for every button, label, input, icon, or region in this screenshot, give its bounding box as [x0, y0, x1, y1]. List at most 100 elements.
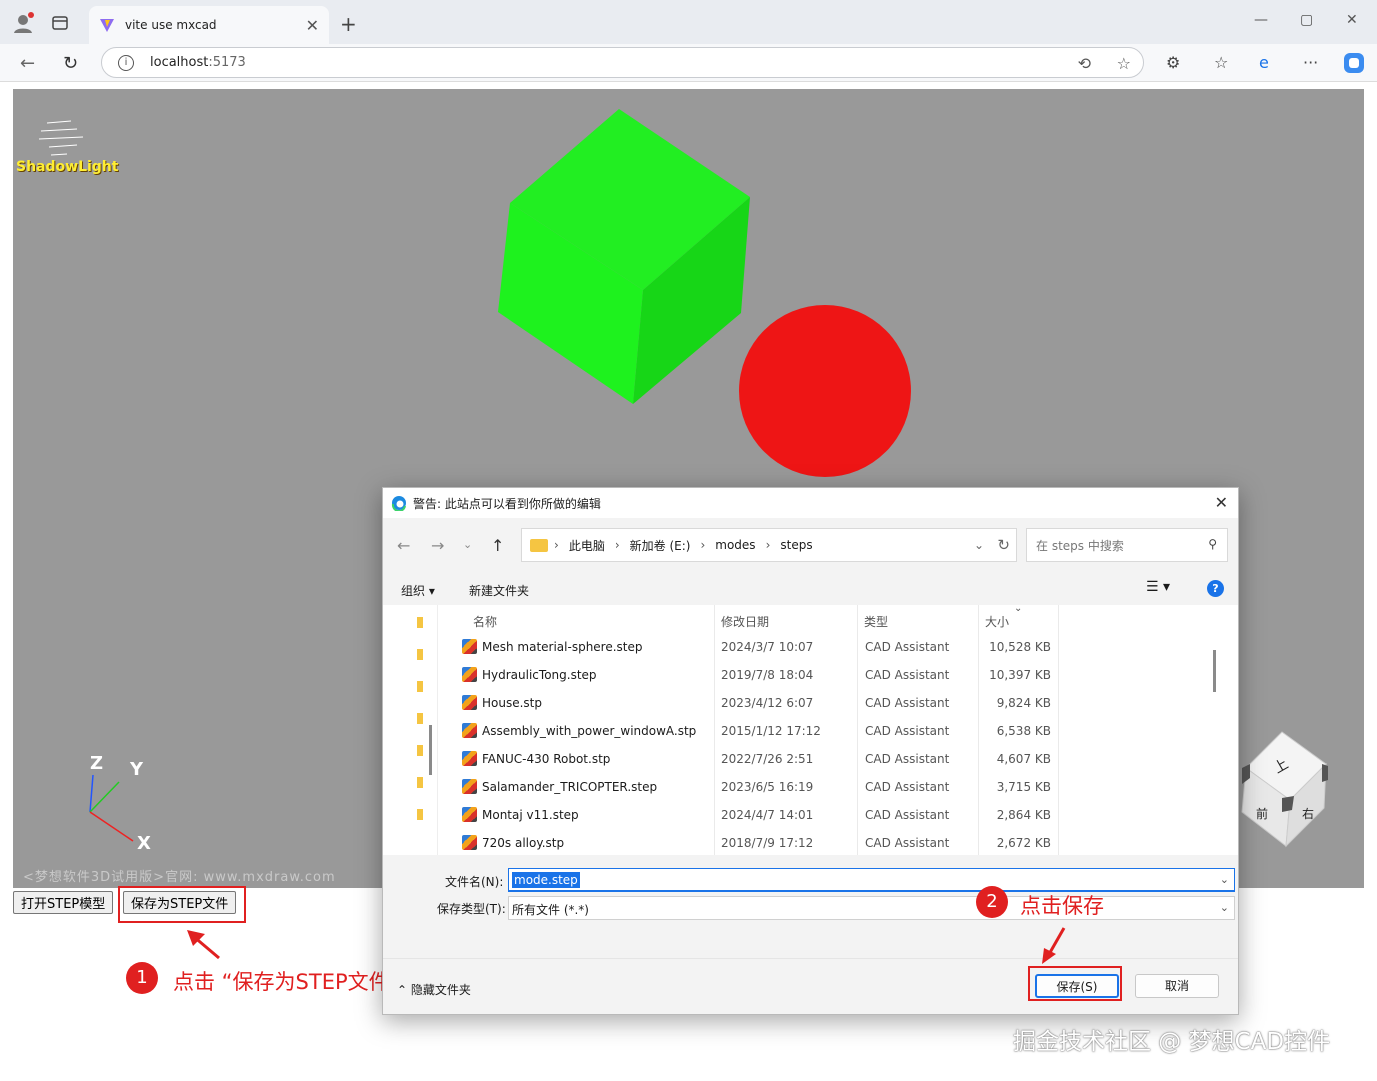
file-row[interactable]: HydraulicTong.step 2019/7/8 18:04 CAD Assi…: [440, 661, 1222, 689]
recent-locations-icon[interactable]: ⌄: [463, 538, 472, 551]
chevron-down-icon[interactable]: ⌄: [974, 538, 984, 552]
file-type: CAD Assistant: [865, 696, 950, 710]
col-size-header[interactable]: 大小: [985, 613, 1009, 630]
extensions-icon[interactable]: ⚙: [1166, 53, 1180, 72]
site-info-icon[interactable]: i: [118, 54, 134, 71]
search-placeholder: 在 steps 中搜索: [1036, 538, 1124, 553]
open-step-button[interactable]: 打开STEP模型: [13, 891, 114, 914]
more-menu-icon[interactable]: ···: [1303, 53, 1318, 72]
file-row[interactable]: Salamander_TRICOPTER.step 2023/6/5 16:19 C…: [440, 773, 1222, 801]
file-row[interactable]: Assembly_with_power_windowA.stp 2015/1/12…: [440, 717, 1222, 745]
file-size: 3,715 KB: [996, 780, 1051, 794]
file-type: CAD Assistant: [865, 808, 950, 822]
viewcube-right-label[interactable]: 右: [1302, 806, 1314, 821]
cancel-button[interactable]: 取消: [1135, 974, 1219, 998]
file-name: Assembly_with_power_windowA.stp: [482, 724, 697, 738]
trial-watermark: <梦想软件3D试用版>官网: www.mxdraw.com: [23, 870, 336, 885]
view-cube[interactable]: 上 前 右: [1236, 728, 1336, 858]
red-sphere[interactable]: [739, 305, 911, 477]
dialog-close-icon[interactable]: ✕: [1215, 493, 1228, 512]
back-icon[interactable]: ←: [20, 53, 35, 74]
file-size: 4,607 KB: [996, 752, 1051, 766]
browser-tab[interactable]: vite use mxcad ✕: [89, 6, 329, 44]
axis-gizmo: [89, 774, 134, 842]
green-cube[interactable]: [498, 109, 750, 404]
maximize-icon[interactable]: ▢: [1300, 12, 1313, 28]
filename-dropdown-icon[interactable]: ⌄: [1220, 873, 1229, 886]
file-row[interactable]: 720s alloy.stp 2018/7/9 17:12 CAD Assistan…: [440, 829, 1222, 855]
col-type-header[interactable]: 类型: [864, 613, 888, 630]
filename-input[interactable]: mode.step ⌄: [508, 868, 1235, 892]
up-folder-icon[interactable]: ↑: [491, 536, 504, 555]
dialog-navigation: ← → ⌄ ↑ › 此电脑 › 新加卷 (E:) › modes › steps…: [383, 528, 1238, 562]
file-browser: 名称 修改日期 类型 大小 ⌄ Mesh material-sphere.ste…: [383, 605, 1238, 855]
file-name: HydraulicTong.step: [482, 668, 597, 682]
file-date: 2022/7/26 2:51: [721, 752, 814, 766]
filetype-label: 保存类型(T):: [437, 902, 506, 916]
file-date: 2019/7/8 18:04: [721, 668, 814, 682]
axis-z-label: Z: [90, 753, 104, 774]
breadcrumb-item[interactable]: 新加卷 (E:): [630, 537, 691, 554]
dialog-toolbar: 组织 ▾ 新建文件夹 ☰ ▾ ?: [383, 575, 1238, 603]
breadcrumb-item[interactable]: 此电脑: [569, 537, 605, 554]
step-2-badge: 2: [976, 886, 1008, 918]
search-input[interactable]: 在 steps 中搜索 ⚲: [1026, 528, 1228, 562]
dialog-forward-icon[interactable]: →: [431, 536, 444, 555]
file-type: CAD Assistant: [865, 836, 950, 850]
file-row[interactable]: FANUC-430 Robot.stp 2022/7/26 2:51 CAD Ass…: [440, 745, 1222, 773]
highlight-save-button-box: [1028, 966, 1122, 1001]
new-tab-icon[interactable]: +: [340, 12, 357, 36]
file-name: Salamander_TRICOPTER.step: [482, 780, 658, 794]
file-row[interactable]: Mesh material-sphere.step 2024/3/7 10:07 C…: [440, 633, 1222, 661]
profile-icon[interactable]: [12, 12, 34, 34]
filetype-select[interactable]: 所有文件 (*.*) ⌄: [508, 896, 1235, 920]
new-folder-button[interactable]: 新建文件夹: [469, 582, 529, 599]
hide-folders-toggle[interactable]: ⌃ 隐藏文件夹: [397, 981, 471, 998]
refresh-icon[interactable]: ↻: [997, 536, 1010, 554]
breadcrumb-item[interactable]: steps: [780, 538, 812, 552]
browser-tab-bar: vite use mxcad ✕ + — ▢ ✕: [0, 0, 1377, 44]
search-icon: ⚲: [1208, 537, 1217, 551]
dialog-title: 警告: 此站点可以看到你所做的编辑: [413, 496, 601, 511]
close-window-icon[interactable]: ✕: [1346, 12, 1358, 28]
dialog-back-icon[interactable]: ←: [397, 536, 410, 555]
file-list-scrollbar[interactable]: [1213, 650, 1216, 692]
view-options-icon[interactable]: ☰ ▾: [1146, 579, 1170, 595]
favorites-icon[interactable]: ☆: [1214, 53, 1228, 72]
cad-file-icon: [462, 639, 477, 654]
address-bar[interactable]: i localhost:5173 ⟲ ☆: [101, 47, 1144, 78]
cad-file-icon: [462, 667, 477, 682]
filetype-dropdown-icon[interactable]: ⌄: [1220, 901, 1229, 914]
cad-file-icon: [462, 835, 477, 850]
vite-favicon-icon: [100, 19, 114, 32]
nav-scrollbar[interactable]: [429, 725, 432, 775]
minimize-icon[interactable]: —: [1254, 12, 1268, 28]
file-size: 10,528 KB: [989, 640, 1051, 654]
file-row[interactable]: Montaj v11.step 2024/4/7 14:01 CAD Assista…: [440, 801, 1222, 829]
reload-icon[interactable]: ↻: [63, 53, 78, 74]
viewcube-front-label[interactable]: 前: [1256, 806, 1268, 821]
col-name-header[interactable]: 名称: [473, 613, 497, 630]
file-date: 2015/1/12 17:12: [721, 724, 821, 738]
app-available-icon[interactable]: ⟲: [1078, 54, 1091, 73]
navigation-pane[interactable]: [383, 605, 438, 855]
collections-icon[interactable]: e: [1259, 53, 1269, 72]
close-tab-icon[interactable]: ✕: [306, 16, 319, 35]
file-name: Mesh material-sphere.step: [482, 640, 643, 654]
favorite-star-icon[interactable]: ☆: [1117, 54, 1131, 73]
breadcrumb[interactable]: › 此电脑 › 新加卷 (E:) › modes › steps ⌄ ↻: [521, 528, 1017, 562]
file-date: 2023/6/5 16:19: [721, 780, 814, 794]
cad-file-icon: [462, 779, 477, 794]
col-date-header[interactable]: 修改日期: [721, 613, 769, 630]
file-date: 2023/4/12 6:07: [721, 696, 814, 710]
copilot-icon[interactable]: [1342, 51, 1366, 75]
tab-title: vite use mxcad: [125, 18, 217, 32]
file-row[interactable]: House.stp 2023/4/12 6:07 CAD Assistant 9,82…: [440, 689, 1222, 717]
url-host: localhost: [150, 55, 209, 70]
help-icon[interactable]: ?: [1207, 580, 1224, 597]
breadcrumb-item[interactable]: modes: [715, 538, 755, 552]
tab-actions-icon[interactable]: [52, 15, 68, 31]
folder-icon: [530, 538, 548, 552]
organize-menu[interactable]: 组织 ▾: [401, 582, 435, 599]
filename-value: mode.step: [512, 872, 580, 888]
